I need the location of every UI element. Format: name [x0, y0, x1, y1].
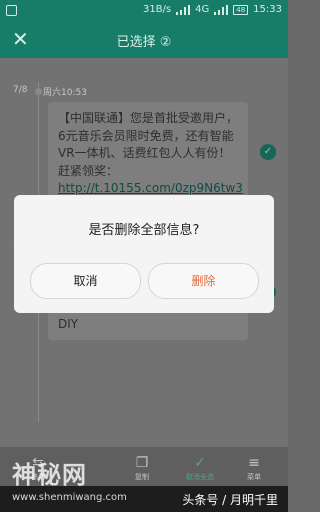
tab-label: 菜单 — [247, 473, 261, 481]
footer-strip: www.shenmiwang.com 头条号 / 月明千里 — [0, 486, 288, 512]
tab-deselect-all[interactable]: ✓ 取消全选 — [176, 454, 224, 482]
select-all-icon: ✓ — [194, 455, 206, 471]
copy-icon: ❐ — [135, 455, 149, 471]
tab-label: 取消全选 — [186, 473, 214, 481]
delete-button[interactable]: 删除 — [148, 263, 259, 299]
watermark-attribution: 头条号 / 月明千里 — [182, 493, 278, 507]
watermark-site: www.shenmiwang.com — [12, 492, 127, 503]
tab-label: 复制 — [135, 473, 149, 481]
menu-icon: ≡ — [248, 455, 260, 471]
tab-menu[interactable]: ≡ 菜单 — [230, 454, 278, 482]
cancel-button[interactable]: 取消 — [30, 263, 141, 299]
dialog-message: 是否删除全部信息? — [88, 223, 200, 238]
watermark-brand: 神秘网 — [12, 461, 87, 489]
delete-confirm-dialog: 是否删除全部信息? 取消 删除 — [14, 195, 274, 313]
tab-copy[interactable]: ❐ 复制 — [118, 454, 166, 482]
